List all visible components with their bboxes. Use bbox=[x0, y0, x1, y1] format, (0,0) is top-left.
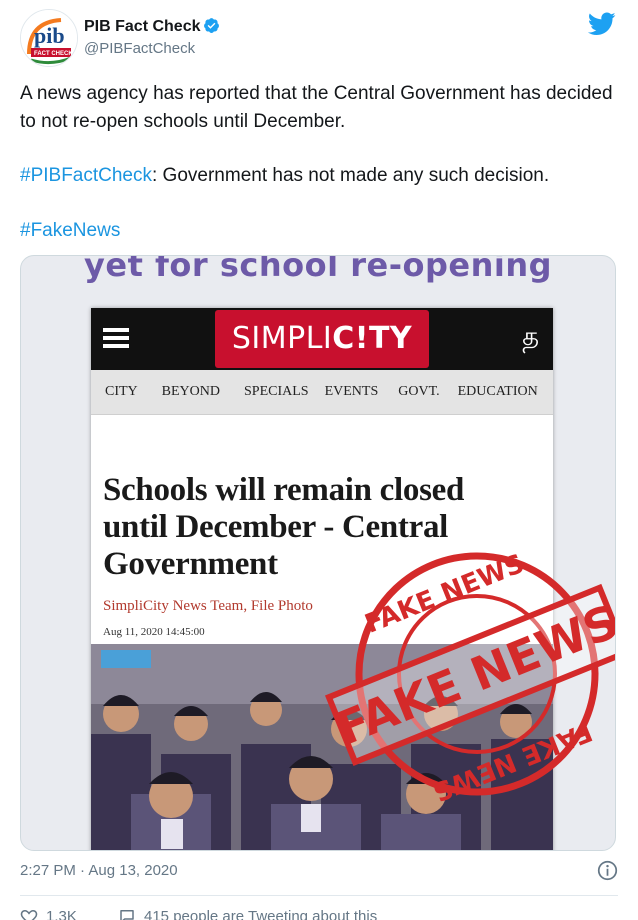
nav-item-education: EDUCATION bbox=[457, 384, 538, 399]
nav-item-events: EVENTS bbox=[324, 384, 379, 399]
nav-item-city: CITY bbox=[105, 384, 138, 399]
article-dateline: Aug 11, 2020 14:45:00 bbox=[103, 626, 205, 638]
tweeting-about-text: 415 people are Tweeting about this bbox=[144, 907, 378, 920]
twitter-bird-icon[interactable] bbox=[588, 12, 616, 36]
article-byline: SimpliCity News Team, File Photo bbox=[103, 598, 313, 614]
speech-bubble-icon bbox=[120, 910, 134, 920]
site-logo-left: SIMPLI bbox=[231, 321, 333, 356]
tweet-text-factcheck-rest: : Government has not made any such decis… bbox=[152, 165, 550, 186]
verified-badge-icon bbox=[204, 18, 220, 33]
stamp-ring-text-bottom: FAKE NEWS bbox=[428, 716, 596, 807]
info-icon[interactable] bbox=[597, 860, 618, 881]
fake-news-stamp-icon: FAKE NEWS FAKE NEWS FAKE NEWS bbox=[324, 549, 615, 807]
account-name-text[interactable]: PIB Fact Check bbox=[84, 18, 200, 35]
nav-item-beyond: BEYOND bbox=[161, 384, 221, 399]
site-logo: SIMPLIC!TY bbox=[215, 310, 429, 368]
site-logo-right: C!TY bbox=[332, 321, 413, 356]
avatar[interactable]: pib FACT CHECK bbox=[20, 9, 78, 67]
tweeting-about-link[interactable]: 415 people are Tweeting about this bbox=[118, 907, 377, 920]
tweet-text-main: A news agency has reported that the Cent… bbox=[20, 83, 613, 132]
like-count: 1.3K bbox=[46, 907, 77, 920]
tweet-text-factcheck: #PIBFactCheck: Government has not made a… bbox=[20, 162, 630, 190]
footer-divider bbox=[20, 895, 618, 896]
svg-text:FACT CHECK: FACT CHECK bbox=[34, 51, 73, 57]
site-header: SIMPLIC!TY த bbox=[91, 308, 553, 370]
hashtag-fakenews[interactable]: #FakeNews bbox=[20, 217, 120, 245]
tweet-timestamp[interactable]: 2:27 PM · Aug 13, 2020 bbox=[20, 862, 178, 879]
heart-icon bbox=[20, 909, 38, 920]
tweet-card: pib FACT CHECK PIB Fact Check @PIBFactCh… bbox=[0, 0, 638, 920]
tweet-media-image[interactable]: yet for school re-opening SIMPLIC!TY த C… bbox=[20, 255, 616, 851]
cropped-banner-text: yet for school re-opening bbox=[84, 255, 552, 284]
language-icon: த bbox=[522, 322, 539, 352]
hashtag-pibfactcheck[interactable]: #PIBFactCheck bbox=[20, 165, 152, 186]
site-nav: CITY BEYOND SPECIALS EVENTS GOVT. EDUCAT… bbox=[91, 370, 553, 415]
nav-item-specials: SPECIALS bbox=[244, 384, 309, 399]
avatar-logo-text: pib bbox=[34, 23, 65, 48]
account-handle[interactable]: @PIBFactCheck bbox=[84, 40, 195, 57]
nav-item-govt: GOVT. bbox=[398, 384, 440, 399]
account-name[interactable]: PIB Fact Check bbox=[84, 17, 220, 36]
hamburger-menu-icon bbox=[103, 328, 129, 348]
like-button[interactable]: 1.3K bbox=[20, 907, 77, 920]
